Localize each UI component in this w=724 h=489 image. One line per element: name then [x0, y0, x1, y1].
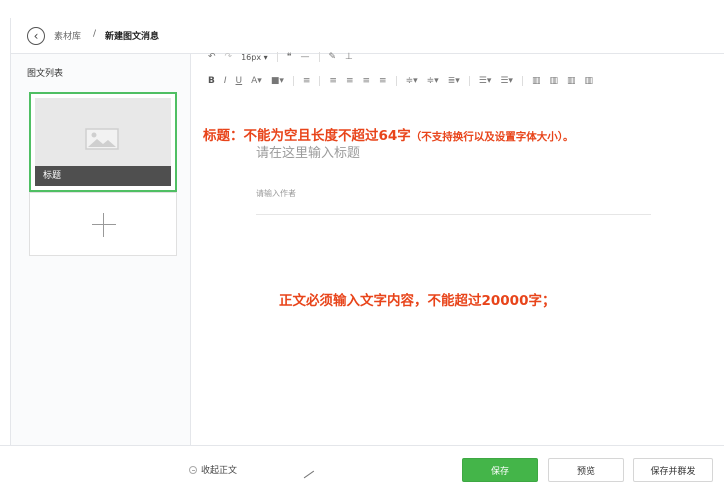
article-card[interactable]: 标题: [29, 92, 177, 192]
float-left-icon[interactable]: ▥: [549, 76, 558, 86]
horizontal-rule-icon[interactable]: —: [301, 52, 310, 62]
spacing-after-icon[interactable]: ≑▾: [427, 76, 439, 86]
author-input[interactable]: [256, 186, 651, 200]
toolbar-row-2: B I U A▾ ■▾ ≡ ≡ ≡ ≡ ≡ ≑▾ ≑▾ ≣▾ ☰▾ ☰▾ ▥ ▥ ▥ ▥: [208, 72, 602, 90]
toolbar-separator: [468, 76, 470, 86]
float-right-icon[interactable]: ▥: [567, 76, 576, 86]
footer-bar: 收起正文 保存 预览 保存并群发: [0, 445, 724, 489]
save-and-send-button[interactable]: 保存并群发: [633, 458, 713, 482]
title-rule-annotation: 标题：不能为空且长度不超过64字（不支持换行以及设置字体大小）。: [203, 124, 574, 144]
background-color-icon[interactable]: ■▾: [271, 76, 284, 86]
clear-format-icon[interactable]: ⊥: [345, 52, 353, 62]
breadcrumb-library[interactable]: 素材库: [54, 29, 81, 42]
indent-icon[interactable]: ≡: [303, 76, 311, 86]
collapse-label: 收起正文: [201, 466, 238, 476]
undo-icon[interactable]: ↶: [208, 52, 216, 62]
article-list-title: 图文列表: [27, 69, 64, 79]
redo-icon[interactable]: ↷: [225, 52, 233, 62]
collapse-body-toggle[interactable]: 收起正文: [189, 463, 237, 476]
title-input[interactable]: [256, 142, 651, 164]
toolbar-separator: [395, 76, 397, 86]
cover-placeholder: 标题: [35, 98, 171, 186]
author-divider: [256, 214, 651, 215]
toolbar-separator: [521, 76, 523, 86]
font-color-icon[interactable]: A▾: [251, 76, 262, 86]
breadcrumb-current: 新建图文消息: [105, 32, 160, 42]
breadcrumb-separator: /: [93, 29, 97, 39]
format-brush-icon[interactable]: ✎: [329, 52, 337, 62]
save-button[interactable]: 保存: [462, 458, 538, 482]
float-none-icon[interactable]: ▥: [532, 76, 541, 86]
preview-button[interactable]: 预览: [548, 458, 624, 482]
unordered-list-icon[interactable]: ☰▾: [500, 76, 513, 86]
align-center-icon[interactable]: ≡: [346, 76, 354, 86]
toolbar-separator: [292, 76, 294, 86]
article-list-panel: 图文列表 标题: [11, 54, 191, 445]
toolbar-separator: [319, 76, 321, 86]
chevron-left-icon: ‹: [33, 29, 39, 43]
collapse-icon: [189, 465, 197, 474]
italic-icon[interactable]: I: [224, 76, 227, 86]
body-rule-annotation: 正文必须输入文字内容，不能超过20000字；: [279, 293, 556, 309]
line-height-icon[interactable]: ≣▾: [448, 76, 460, 86]
editor-toolbar: ↶ ↷ 16px ▾ ❝ — ✎ ⊥ B I U A▾ ■▾ ≡ ≡ ≡ ≡ ≡ ≑▾ ≑▾ ≣▾ ☰▾ ☰▾ ▥ ▥ ▥ ▥: [208, 46, 638, 94]
back-button[interactable]: ‹: [27, 27, 45, 45]
bold-icon[interactable]: B: [208, 76, 215, 86]
underline-icon[interactable]: U: [236, 76, 243, 86]
align-left-icon[interactable]: ≡: [329, 76, 337, 86]
plus-icon: [92, 213, 116, 237]
justify-icon[interactable]: ≡: [379, 76, 387, 86]
ordered-list-icon[interactable]: ☰▾: [479, 76, 492, 86]
toolbar-row-1: ↶ ↷ 16px ▾ ❝ — ✎ ⊥: [208, 48, 362, 66]
article-card-title: 标题: [35, 166, 171, 186]
add-article-button[interactable]: [29, 192, 177, 256]
toolbar-separator: [276, 52, 278, 62]
top-strip: [0, 0, 724, 18]
image-icon: [85, 128, 119, 150]
quote-icon[interactable]: ❝: [287, 52, 292, 62]
toolbar-separator: [318, 52, 320, 62]
float-center-icon[interactable]: ▥: [585, 76, 594, 86]
align-right-icon[interactable]: ≡: [362, 76, 370, 86]
spacing-before-icon[interactable]: ≑▾: [406, 76, 418, 86]
font-size-select[interactable]: 16px ▾: [241, 53, 268, 62]
